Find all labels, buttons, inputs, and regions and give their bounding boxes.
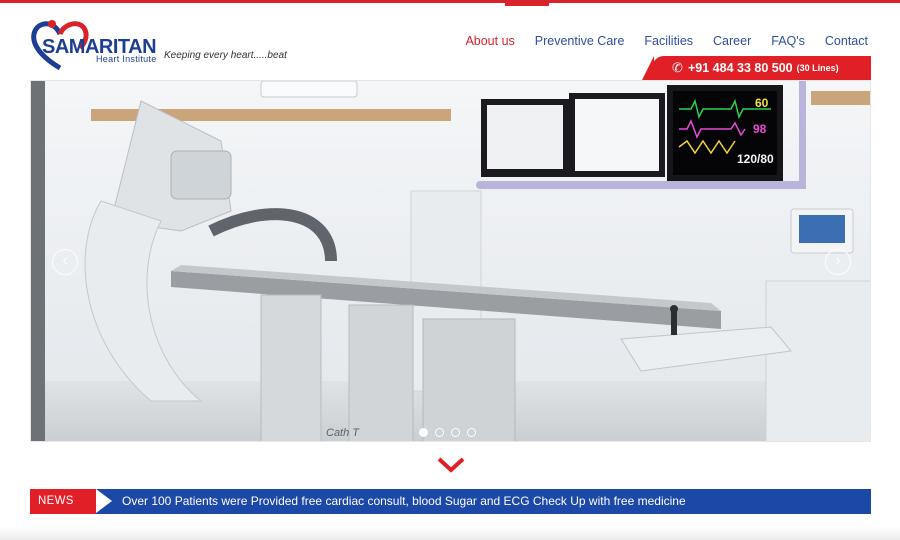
- news-ticker: NEWS Over 100 Patients were Provided fre…: [30, 489, 871, 514]
- logo[interactable]: SAMARITAN Heart Institute Keeping every …: [30, 18, 290, 70]
- chevron-right-icon[interactable]: ›: [825, 249, 851, 275]
- slider-dot[interactable]: [451, 428, 460, 437]
- nav-facilities[interactable]: Facilities: [644, 34, 693, 48]
- main-nav: About us Preventive Care Facilities Care…: [465, 34, 868, 48]
- phone-number: +91 484 33 80 500: [688, 61, 793, 75]
- slider-dot[interactable]: [419, 428, 428, 437]
- nav-career[interactable]: Career: [713, 34, 751, 48]
- monitor-value-3: 120/80: [737, 152, 774, 166]
- news-divider: [96, 489, 112, 513]
- monitor-value-2: 98: [753, 122, 767, 136]
- brand-tagline: Keeping every heart.....beat: [164, 50, 287, 61]
- hero-slider: 60 98 120/80 Cath T ‹ ›: [30, 80, 871, 442]
- top-accent-bar: [0, 0, 900, 3]
- nav-about-us[interactable]: About us: [465, 34, 514, 48]
- brand-subtitle: Heart Institute: [96, 54, 157, 64]
- slider-dot[interactable]: [435, 428, 444, 437]
- nav-contact[interactable]: Contact: [825, 34, 868, 48]
- table-label: Cath T: [326, 427, 360, 439]
- cath-lab-image: 60 98 120/80 Cath T: [31, 81, 870, 441]
- phone-icon: ✆: [672, 60, 683, 75]
- phone-banner[interactable]: ✆ +91 484 33 80 500 (30 Lines): [642, 56, 871, 80]
- nav-faqs[interactable]: FAQ's: [771, 34, 805, 48]
- chevron-left-icon[interactable]: ‹: [52, 249, 78, 275]
- news-text[interactable]: Over 100 Patients were Provided free car…: [122, 489, 686, 514]
- nav-preventive-care[interactable]: Preventive Care: [535, 34, 625, 48]
- slider-pagination: [419, 428, 476, 437]
- news-label: NEWS: [30, 489, 109, 514]
- phone-lines: (30 Lines): [796, 63, 839, 73]
- monitor-value-1: 60: [755, 96, 769, 110]
- active-tab-indicator: [505, 0, 549, 6]
- chevron-down-icon[interactable]: [436, 455, 466, 475]
- slider-dot[interactable]: [467, 428, 476, 437]
- page-footer-shadow: [0, 526, 900, 540]
